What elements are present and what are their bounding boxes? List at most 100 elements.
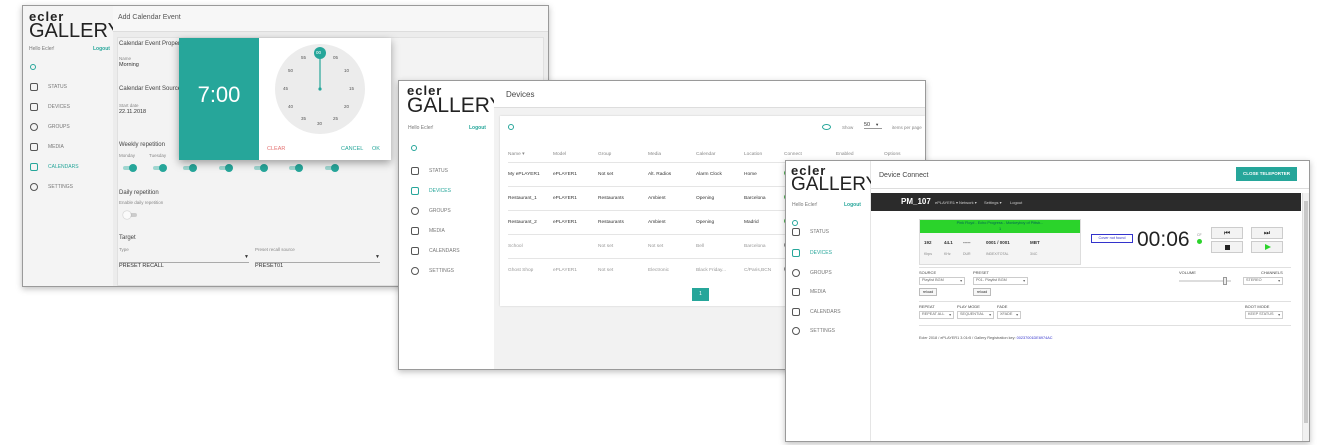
page-title: Add Calendar Event	[118, 14, 181, 21]
toggle-fri[interactable]	[254, 164, 268, 172]
teleporter-frame: PM_107 ePLAYER1 ▾ Network ▾ Settings ▾ L…	[871, 189, 1309, 441]
nav-calendars[interactable]: CALENDARS	[30, 163, 79, 171]
start-date-field[interactable]: 22.11.2018	[119, 109, 146, 115]
page-header: Device Connect CLOSE TELEPORTER	[871, 161, 1309, 189]
cf-label: CF	[1197, 233, 1202, 237]
search-icon[interactable]	[508, 124, 514, 130]
minute-00[interactable]: 00	[316, 50, 321, 55]
groups-icon	[30, 123, 38, 131]
prev-button[interactable]: ⏮	[1211, 227, 1243, 239]
menu-settings[interactable]: Settings ▾	[984, 200, 1002, 205]
cell-name: Ghost Shop	[508, 267, 534, 273]
nav-media[interactable]: MEDIA	[30, 143, 64, 151]
groups-icon	[411, 207, 419, 215]
nav-status[interactable]: STATUS	[411, 167, 448, 175]
play-button[interactable]	[1251, 241, 1283, 253]
toggle-tue[interactable]	[153, 164, 167, 172]
channels-select[interactable]: STEREO ▾	[1243, 277, 1283, 285]
source-select[interactable]: Playlist BGM ▾	[919, 277, 965, 285]
daily-toggle[interactable]	[123, 211, 137, 219]
minute-30[interactable]: 30	[317, 121, 322, 126]
next-button[interactable]: ⏭	[1251, 227, 1283, 239]
source-reload-button[interactable]: reload	[919, 288, 937, 296]
show-label: Show	[842, 125, 854, 130]
nav-calendars[interactable]: CALENDARS	[411, 247, 460, 255]
minute-10[interactable]: 10	[344, 68, 349, 73]
toggle-thu[interactable]	[219, 164, 233, 172]
nav-devices[interactable]: DEVICES	[792, 249, 832, 257]
device-name: PM_107	[901, 197, 931, 206]
close-teleporter-button[interactable]: CLOSE TELEPORTER	[1235, 167, 1297, 181]
minute-50[interactable]: 50	[288, 68, 293, 73]
stat-index-label: INDEX/TOTAL	[986, 252, 1009, 256]
minute-15[interactable]: 15	[349, 86, 354, 91]
clear-button[interactable]: CLEAR	[267, 146, 285, 152]
stop-button[interactable]	[1211, 241, 1243, 253]
minute-20[interactable]: 20	[344, 104, 349, 109]
toggle-wed[interactable]	[183, 164, 197, 172]
toggle-sat[interactable]	[289, 164, 303, 172]
nav-groups[interactable]: GROUPS	[792, 269, 832, 277]
nav-calendars[interactable]: CALENDARS	[792, 308, 841, 316]
preset-select[interactable]: P01- Playlist BGM ▾	[973, 277, 1028, 285]
nav-media[interactable]: MEDIA	[411, 227, 445, 235]
fade-select[interactable]: XFADE ▾	[997, 311, 1021, 319]
ok-button[interactable]: OK	[372, 146, 380, 152]
nav-groups[interactable]: GROUPS	[30, 123, 70, 131]
preset-select-value: PRESET01	[255, 263, 284, 269]
page-size-select[interactable]: 50 ▼	[864, 122, 882, 129]
pagination-page-1[interactable]: 1	[692, 288, 709, 301]
nav-devices[interactable]: DEVICES	[411, 187, 451, 195]
repeat-select[interactable]: REPEAT ALL ▾	[919, 311, 954, 319]
cell-name: Restaurant_2	[508, 219, 537, 225]
minute-05[interactable]: 05	[333, 55, 338, 60]
logout-link[interactable]: Logout	[844, 202, 861, 208]
menu-network[interactable]: Network ▾	[959, 200, 977, 205]
volume-handle[interactable]	[1223, 277, 1227, 285]
logout-link[interactable]: Logout	[93, 46, 110, 52]
chevron-down-icon: ▼	[244, 254, 249, 260]
volume-slider[interactable]	[1179, 277, 1231, 285]
cell-location: Home	[744, 171, 757, 177]
search-icon[interactable]	[411, 145, 417, 151]
minute-55[interactable]: 55	[301, 55, 306, 60]
preset-reload-button[interactable]: reload	[973, 288, 991, 296]
cell-location: Barcelona	[744, 195, 766, 201]
toggle-sun[interactable]	[325, 164, 339, 172]
preset-select[interactable]: PRESET01 ▼	[255, 254, 380, 269]
name-field[interactable]: Morning	[119, 62, 139, 68]
minute-45[interactable]: 45	[283, 86, 288, 91]
nav-devices[interactable]: DEVICES	[30, 103, 70, 111]
cell-group: Restaurants	[598, 195, 624, 201]
col-media: Media	[648, 152, 662, 158]
nav-settings[interactable]: SETTINGS	[411, 267, 454, 275]
media-icon	[792, 288, 800, 296]
menu-eplayer[interactable]: ePLAYER1 ▾	[935, 200, 958, 205]
cancel-button[interactable]: CANCEL	[341, 146, 363, 152]
cell-model: ePLAYER1	[553, 195, 577, 201]
minute-35[interactable]: 35	[301, 116, 306, 121]
boot-select[interactable]: KEEP STATUS ▾	[1245, 311, 1283, 319]
search-icon[interactable]	[792, 220, 798, 226]
cell-calendar: Alarm Clock	[696, 171, 722, 177]
clock-face[interactable]: 00 05 10 15 20 25 30 35 40 45 50 55	[275, 44, 365, 134]
minute-25[interactable]: 25	[333, 116, 338, 121]
nav-status[interactable]: STATUS	[30, 83, 67, 91]
toggle-mon[interactable]	[123, 164, 137, 172]
search-icon[interactable]	[30, 64, 36, 70]
playmode-select[interactable]: SEQUENTIAL ▾	[957, 311, 994, 319]
minute-40[interactable]: 40	[288, 104, 293, 109]
nav-settings[interactable]: SETTINGS	[792, 327, 835, 335]
player-panel: Pink Floyd - Echo Progress - Monkeyboy o…	[919, 219, 1291, 369]
logout-link[interactable]: Logout	[469, 125, 486, 131]
menu-logout[interactable]: Logout	[1010, 200, 1022, 205]
nav-settings[interactable]: SETTINGS	[30, 183, 73, 191]
media-icon	[30, 143, 38, 151]
col-name[interactable]: Name ▾	[508, 148, 553, 162]
scrollbar[interactable]	[1302, 193, 1309, 441]
nav-groups[interactable]: GROUPS	[411, 207, 451, 215]
nav-status[interactable]: STATUS	[792, 228, 829, 236]
type-select[interactable]: PRESET RECALL ▼	[119, 254, 249, 269]
nav-media[interactable]: MEDIA	[792, 288, 826, 296]
eye-icon[interactable]	[822, 124, 831, 130]
